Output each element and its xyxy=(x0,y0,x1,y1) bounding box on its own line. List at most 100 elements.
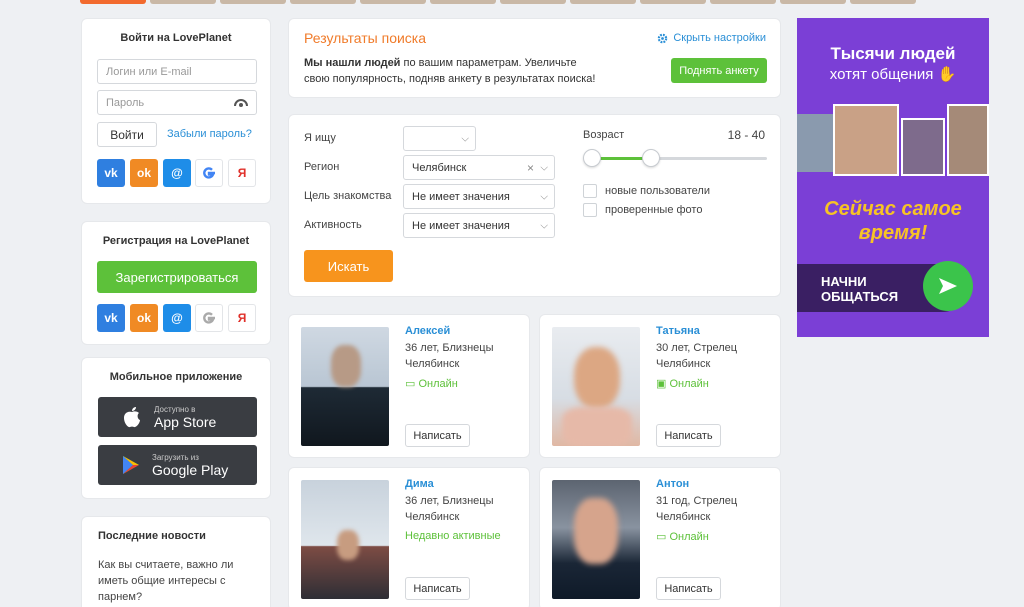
verified-photo-checkbox[interactable] xyxy=(583,203,597,217)
profile-info: 30 лет, Стрелец xyxy=(656,342,738,354)
age-slider-track[interactable] xyxy=(591,157,767,160)
activity-select[interactable]: Не имеет значения ⌵ xyxy=(403,213,555,238)
profile-name[interactable]: Алексей xyxy=(405,325,450,337)
chevron-down-icon: ⌵ xyxy=(540,162,548,173)
register-title: Регистрация на LovePlanet xyxy=(102,235,250,247)
news-card: Последние новости Как вы считаете, важно… xyxy=(81,516,271,607)
ok-register-button[interactable]: ok xyxy=(130,304,158,332)
results-text: Мы нашли людей по вашим параметрам. Увел… xyxy=(304,57,596,85)
write-message-button[interactable]: Написать xyxy=(656,577,721,600)
profile-photo[interactable] xyxy=(301,480,389,599)
news-title: Последние новости xyxy=(98,530,206,542)
profile-card[interactable]: Татьяна 30 лет, Стрелец Челябинск ▣ Онла… xyxy=(539,314,781,458)
googleplay-big: Google Play xyxy=(152,461,229,478)
profile-name[interactable]: Татьяна xyxy=(656,325,700,337)
news-item-link[interactable]: Как вы считаете, важно ли иметь общие ин… xyxy=(98,557,248,605)
login-card: Войти на LovePlanet Логин или E-mail Пар… xyxy=(81,18,271,204)
clear-icon[interactable]: × xyxy=(527,161,534,175)
mail-login-button[interactable]: @ xyxy=(163,159,191,187)
search-button[interactable]: Искать xyxy=(304,250,393,282)
send-arrow-icon xyxy=(939,278,957,294)
new-users-checkbox[interactable] xyxy=(583,184,597,198)
chevron-down-icon: ⌵ xyxy=(540,220,548,231)
seeking-select[interactable]: ⌵ xyxy=(403,126,476,151)
age-min-handle[interactable] xyxy=(583,149,601,167)
ok-login-button[interactable]: ok xyxy=(130,159,158,187)
profile-status: ▣ Онлайн xyxy=(656,378,709,390)
search-filters-card: Я ищу ⌵ Регион Челябинск × ⌵ Цель знаком… xyxy=(288,114,781,297)
mail-register-button[interactable]: @ xyxy=(163,304,191,332)
ad-photo-collage xyxy=(797,104,989,178)
region-label: Регион xyxy=(304,161,340,173)
goal-select[interactable]: Не имеет значения ⌵ xyxy=(403,184,555,209)
new-users-label: новые пользователи xyxy=(605,185,710,197)
profile-photo[interactable] xyxy=(301,327,389,446)
vk-register-button[interactable]: vk xyxy=(97,304,125,332)
seeking-label: Я ищу xyxy=(304,132,336,144)
profile-photo[interactable] xyxy=(552,480,640,599)
yandex-register-button[interactable]: Я xyxy=(228,304,256,332)
ad-slogan-1: Сейчас самое xyxy=(824,198,962,220)
android-icon: ▣ xyxy=(656,378,670,390)
results-title: Результаты поиска xyxy=(304,30,427,46)
activity-label: Активность xyxy=(304,219,362,231)
apple-icon xyxy=(124,407,140,428)
chevron-down-icon: ⌵ xyxy=(540,191,548,202)
mobile-title: Мобильное приложение xyxy=(109,371,243,383)
login-button[interactable]: Войти xyxy=(97,122,157,147)
profile-info: 31 год, Стрелец xyxy=(656,495,738,507)
profile-info: 36 лет, Близнецы xyxy=(405,495,494,507)
profile-status: Недавно активные xyxy=(405,530,501,542)
age-max-handle[interactable] xyxy=(642,149,660,167)
gear-icon xyxy=(658,33,668,43)
password-placeholder: Пароль xyxy=(106,96,145,109)
device-icon: ▭ xyxy=(405,378,419,390)
profile-card[interactable]: Дима 36 лет, Близнецы Челябинск Недавно … xyxy=(288,467,530,607)
top-photo-strip xyxy=(0,0,1024,4)
appstore-button[interactable]: Доступно в App Store xyxy=(98,397,257,437)
googleplay-small: Загрузить из xyxy=(152,452,199,462)
login-title: Войти на LovePlanet xyxy=(120,32,232,44)
profile-status: ▭ Онлайн xyxy=(405,378,458,390)
device-icon: ▭ xyxy=(656,531,670,543)
login-input[interactable]: Логин или E-mail xyxy=(97,59,257,84)
password-input[interactable]: Пароль xyxy=(97,90,257,115)
forgot-password-link[interactable]: Забыли пароль? xyxy=(167,128,252,140)
eye-icon[interactable] xyxy=(234,98,248,110)
verified-photo-label: проверенные фото xyxy=(605,204,703,216)
profile-card[interactable]: Алексей 36 лет, Близнецы Челябинск ▭ Онл… xyxy=(288,314,530,458)
region-select[interactable]: Челябинск × ⌵ xyxy=(403,155,555,180)
raise-profile-button[interactable]: Поднять анкету xyxy=(671,58,767,83)
yandex-login-button[interactable]: Я xyxy=(228,159,256,187)
profile-city: Челябинск xyxy=(656,358,711,370)
profile-card[interactable]: Антон 31 год, Стрелец Челябинск ▭ Онлайн… xyxy=(539,467,781,607)
google-login-button[interactable] xyxy=(195,159,223,187)
ad-banner[interactable]: Тысячи людей хотят общения ✋ Сейчас само… xyxy=(797,18,989,337)
age-range-value: 18 - 40 xyxy=(727,128,765,142)
profile-photo[interactable] xyxy=(552,327,640,446)
register-button[interactable]: Зарегистрироваться xyxy=(97,261,257,293)
age-label: Возраст xyxy=(583,129,625,141)
write-message-button[interactable]: Написать xyxy=(405,424,470,447)
vk-login-button[interactable]: vk xyxy=(97,159,125,187)
results-card: Результаты поиска Скрыть настройки Мы на… xyxy=(288,18,781,98)
chevron-down-icon: ⌵ xyxy=(461,133,469,144)
profile-name[interactable]: Антон xyxy=(656,478,689,490)
hide-settings-link[interactable]: Скрыть настройки xyxy=(657,32,766,44)
write-message-button[interactable]: Написать xyxy=(656,424,721,447)
google-icon xyxy=(203,312,215,324)
wave-hand-icon: ✋ xyxy=(937,66,957,83)
profile-city: Челябинск xyxy=(405,358,460,370)
profile-status: ▭ Онлайн xyxy=(656,531,709,543)
google-play-icon xyxy=(123,456,139,474)
google-register-button[interactable] xyxy=(195,304,223,332)
appstore-small: Доступно в xyxy=(154,404,196,414)
ad-headline-2: хотят общения ✋ xyxy=(829,66,957,83)
ad-slogan-2: время! xyxy=(858,222,928,244)
ad-headline-1: Тысячи людей xyxy=(830,44,956,63)
googleplay-button[interactable]: Загрузить из Google Play xyxy=(98,445,257,485)
write-message-button[interactable]: Написать xyxy=(405,577,470,600)
profile-name[interactable]: Дима xyxy=(405,478,434,490)
mobile-app-card: Мобильное приложение Доступно в App Store… xyxy=(81,357,271,499)
ad-send-button[interactable] xyxy=(923,261,973,311)
